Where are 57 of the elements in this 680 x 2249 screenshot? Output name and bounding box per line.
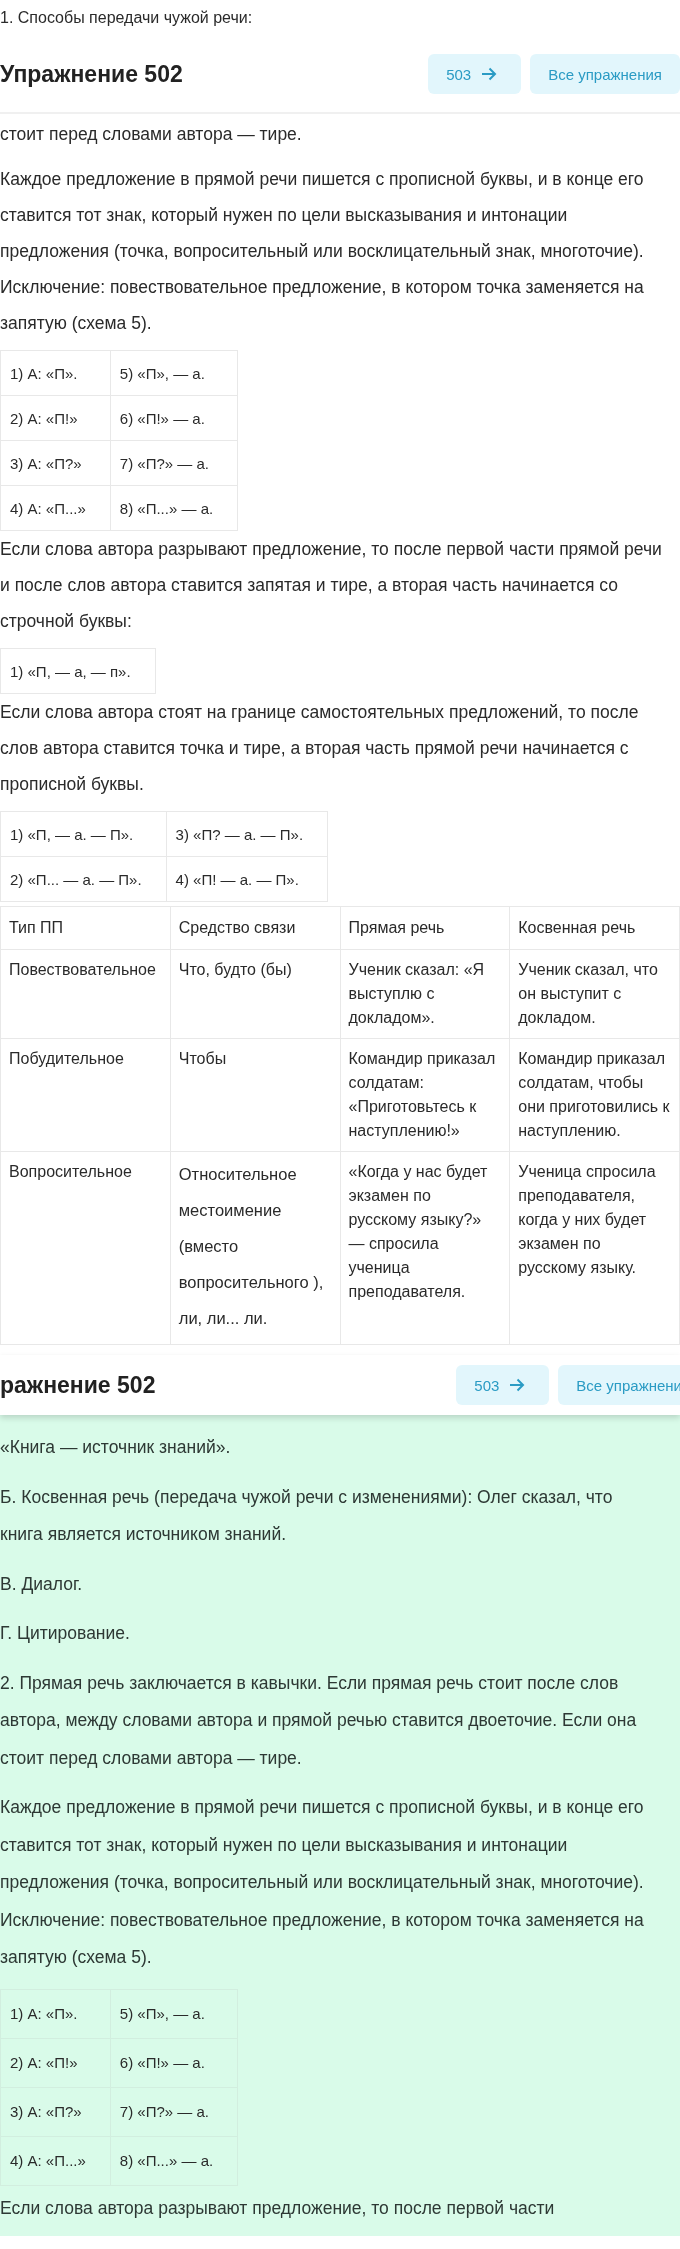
paragraph: Каждое предложение в прямой речи пишется с прописной буквы, и в конце его ставится тот знак, который нужен по цели высказывания и интонации предложения (точка, вопросительный или восклицательный знак, многоточие). Исключение: повествовательное предложение, в котором точка заменяется на запятую (схема 5).	[0, 168, 645, 335]
paragraph: Если слова автора разрывают предложение, то после первой части	[0, 2196, 556, 2220]
scheme-cell: 5) «П», — а.	[110, 350, 238, 396]
scheme-cell: 3) «П? — а. — П».	[166, 811, 328, 857]
scheme-cell: 3) А: «П?»	[0, 2087, 111, 2136]
exercise-title: ражнение 502	[0, 1371, 156, 1399]
scheme-cell: 4) «П! — а. — П».	[166, 856, 328, 902]
paragraph: Г. Цитирование.	[0, 1622, 131, 1645]
paragraph: В. Диалог.	[0, 1572, 83, 1596]
scheme-cell: 8) «П...» — а.	[110, 485, 238, 531]
paragraph: Б. Косвенная речь (передача чужой речи с изменениями): Олег сказал, что книга является источником знаний.	[0, 1485, 614, 1546]
table-cell: «Когда у нас будет экзамен по русскому языку?» — спросила ученица преподавателя.	[340, 1151, 510, 1345]
table-cell: Что, будто (бы)	[170, 949, 340, 1039]
arrow-right-icon	[481, 67, 498, 81]
arrow-right-icon	[509, 1378, 526, 1392]
table-cell: Относительное местоимение (вместо вопросительного ), ли, ли... ли.	[170, 1151, 340, 1345]
table-cell: Ученица спросила преподавателя, когда у них будет экзамен по русскому языку.	[509, 1151, 680, 1345]
column-header: Средство связи	[170, 906, 340, 950]
paragraph: Если слова автора разрывают предложение, то после первой части прямой речи и после слов автора ставится запятая и тире, а вторая часть начинается со строчной буквы:	[0, 538, 663, 633]
scheme-cell: 7) «П?» — а.	[110, 2087, 238, 2136]
table-cell: Вопросительное	[0, 1151, 171, 1345]
paragraph: стоит перед словами автора — тире.	[0, 123, 303, 146]
column-header: Тип ПП	[0, 906, 171, 950]
column-header: Косвенная речь	[509, 906, 680, 950]
table-cell: Командир приказал солдатам, чтобы они приготовились к наступлению.	[509, 1038, 680, 1152]
paragraph: 2. Прямая речь заключается в кавычки. Если прямая речь стоит после слов автора, между словами автора и прямой речью ставится двоеточие. Если она стоит перед словами автора — тире.	[0, 1671, 638, 1770]
scheme-cell: 4) А: «П...»	[0, 485, 111, 531]
table-cell: Командир приказал солдатам: «Приготовьтесь к наступлению!»	[340, 1038, 510, 1152]
all-exercises-button[interactable]: Все упражнения	[530, 54, 680, 94]
scheme-cell: 1) «П, — а, — п».	[0, 648, 156, 694]
exercise-title: Упражнение 502	[0, 60, 183, 88]
scheme-cell: 6) «П!» — а.	[110, 2038, 238, 2087]
scheme-cell: 2) А: «П!»	[0, 395, 111, 441]
scheme-cell: 2) А: «П!»	[0, 2038, 111, 2087]
scheme-cell: 3) А: «П?»	[0, 440, 111, 486]
scheme-cell: 5) «П», — а.	[110, 1989, 238, 2038]
scheme-cell: 4) А: «П...»	[0, 2136, 111, 2185]
table-cell: Повествовательное	[0, 949, 171, 1039]
intro-text: 1. Способы передачи чужой речи:	[0, 8, 254, 28]
table-cell: Ученик сказал: «Я выступлю с докладом».	[340, 949, 510, 1039]
scheme-cell: 6) «П!» — а.	[110, 395, 238, 441]
column-header: Прямая речь	[340, 906, 510, 950]
table-cell: Ученик сказал, что он выступит с докладом.	[509, 949, 680, 1039]
paragraph: «Книга — источник знаний».	[0, 1436, 232, 1459]
scheme-cell: 1) «П, — а. — П».	[0, 811, 167, 857]
scheme-cell: 1) А: «П».	[0, 1989, 111, 2038]
scheme-cell: 7) «П?» — а.	[110, 440, 238, 486]
scheme-cell: 8) «П...» — а.	[110, 2136, 238, 2185]
all-exercises-button[interactable]: Все упражнени	[558, 1365, 680, 1405]
next-exercise-button[interactable]: 503	[428, 54, 522, 94]
next-exercise-button[interactable]: 503	[456, 1365, 550, 1405]
table-cell: Чтобы	[170, 1038, 340, 1152]
scheme-cell: 1) А: «П».	[0, 350, 111, 396]
paragraph: Каждое предложение в прямой речи пишется с прописной буквы, и в конце его ставится тот знак, который нужен по цели высказывания и интонации предложения (точка, вопросительный или восклицательный знак, многоточие). Исключение: повествовательное предложение, в котором точка заменяется на запятую (схема 5).	[0, 1796, 645, 1969]
paragraph: Если слова автора стоят на границе самостоятельных предложений, то после слов автора ставится точка и тире, а вторая часть прямой речи начинается с прописной буквы.	[0, 701, 640, 796]
table-cell: Побудительное	[0, 1038, 171, 1152]
scheme-cell: 2) «П... — а. — П».	[0, 856, 167, 902]
